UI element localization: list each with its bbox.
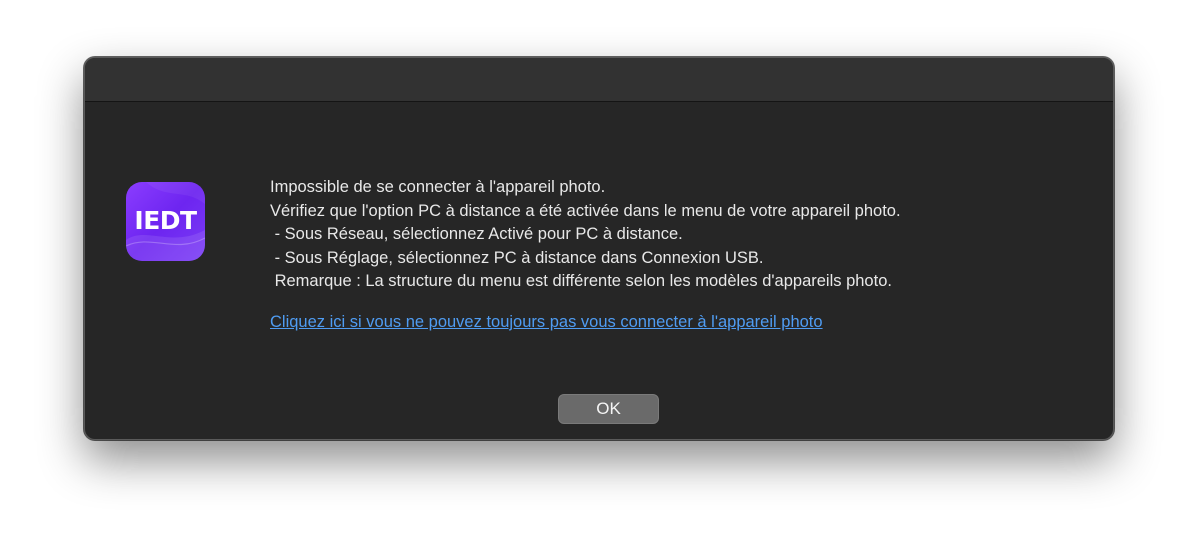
help-link[interactable]: Cliquez ici si vous ne pouvez toujours p… <box>270 311 823 334</box>
message-line: Vérifiez que l'option PC à distance a ét… <box>270 201 901 220</box>
message-line: - Sous Réseau, sélectionnez Activé pour … <box>270 225 683 243</box>
dialog-message: Impossible de se connecter à l'appareil … <box>270 176 1090 294</box>
ok-button[interactable]: OK <box>558 394 659 424</box>
alert-dialog: IEDT Impossible de se connecter à l'appa… <box>84 57 1114 440</box>
message-line: - Sous Réglage, sélectionnez PC à distan… <box>270 248 764 267</box>
iedt-app-icon: IEDT <box>126 182 205 261</box>
message-line: Impossible de se connecter à l'appareil … <box>270 178 606 196</box>
message-line: Remarque : La structure du menu est diff… <box>270 272 892 290</box>
app-icon-label: IEDT <box>134 206 197 235</box>
dialog-titlebar[interactable] <box>85 58 1113 102</box>
